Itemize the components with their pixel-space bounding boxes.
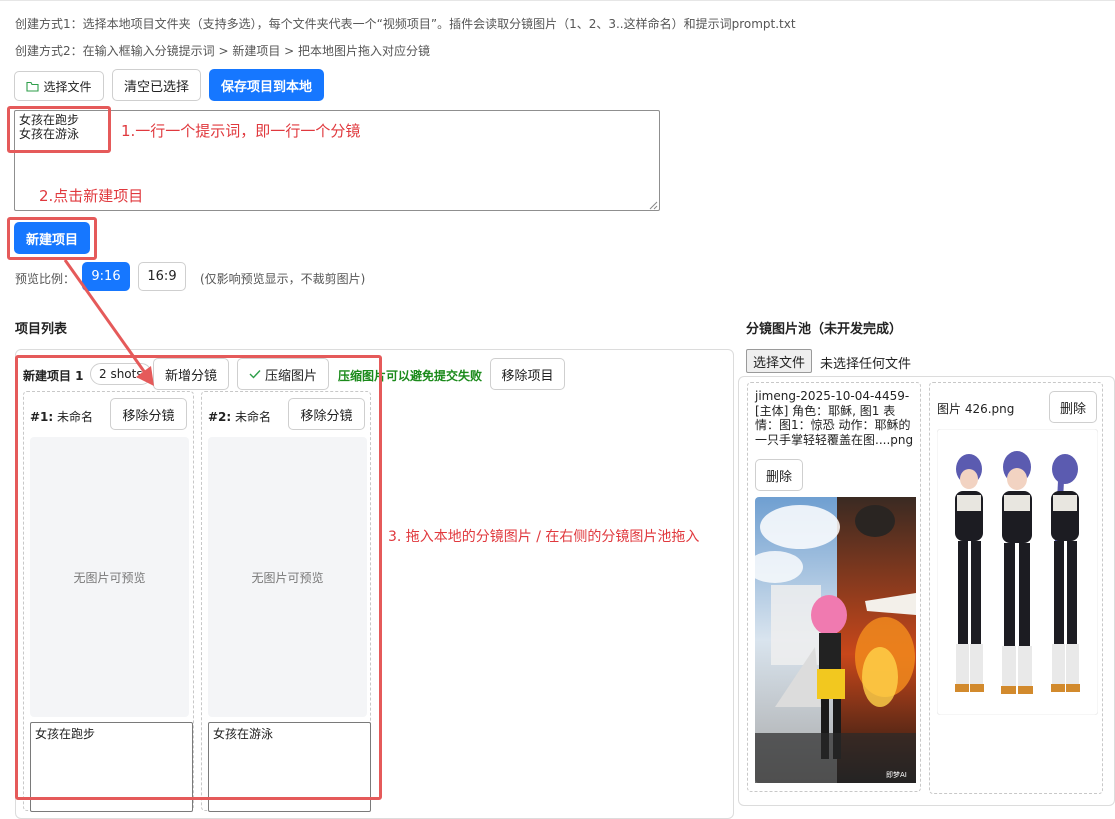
pool-item-2-filename: 图片 426.png — [937, 402, 1015, 416]
arrow-annotation-icon — [63, 259, 154, 386]
preview-ratio-note: (仅影响预览显示，不裁剪图片) — [200, 272, 366, 286]
pool-item-1[interactable]: jimeng-2025-10-04-4459-[主体] 角色：耶稣, 图1 表情… — [747, 382, 921, 792]
shot-1-image-dropzone[interactable]: 无图片可预览 — [30, 437, 189, 717]
pool-item-2[interactable]: 图片 426.png 删除 — [929, 382, 1103, 794]
shot-1-title: #1: 未命名 — [30, 408, 93, 425]
pool-file-button[interactable]: 选择文件 — [746, 349, 813, 373]
compress-images-button[interactable]: 压缩图片 — [237, 358, 329, 390]
pool-item-1-delete-button[interactable]: 删除 — [755, 459, 803, 491]
pool-item-2-thumbnail — [937, 429, 1098, 715]
compress-images-label: 压缩图片 — [264, 368, 317, 384]
pool-item-1-thumbnail — [755, 497, 916, 783]
shot-1-remove-button[interactable]: 移除分镜 — [110, 398, 187, 430]
select-files-button[interactable]: 选择文件 — [14, 71, 104, 101]
clear-selected-button[interactable]: 清空已选择 — [112, 69, 201, 101]
shot-1-index: #1: — [30, 410, 54, 424]
check-icon — [249, 370, 261, 379]
annotation-step-2: 2.点击新建项目 — [39, 187, 144, 205]
shot-2-name: 未命名 — [235, 410, 272, 424]
hint-method-1: 创建方式1：选择本地项目文件夹（支持多选），每个文件夹代表一个“视频项目”。插件… — [15, 17, 796, 31]
shot-card-1[interactable]: #1: 未命名 移除分镜 无图片可预览 女孩在跑步 — [23, 391, 194, 812]
new-project-button[interactable]: 新建项目 — [14, 222, 90, 254]
pool-file-status: 未选择任何文件 — [820, 357, 912, 372]
shot-2-image-dropzone[interactable]: 无图片可预览 — [208, 437, 367, 717]
shot-card-2[interactable]: #2: 未命名 移除分镜 无图片可预览 女孩在游泳 — [201, 391, 371, 812]
annotation-step-3: 3. 拖入本地的分镜图片 / 在右侧的分镜图片池拖入 — [388, 529, 700, 545]
annotation-step-1: 1.一行一个提示词，即一行一个分镜 — [121, 122, 361, 140]
top-divider — [0, 0, 1115, 3]
shot-2-title: #2: 未命名 — [208, 408, 271, 425]
remove-project-button[interactable]: 移除项目 — [490, 358, 565, 390]
pool-item-1-watermark: 即梦AI — [886, 771, 907, 779]
pool-item-1-filename: jimeng-2025-10-04-4459-[主体] 角色：耶稣, 图1 表情… — [755, 389, 914, 447]
folder-icon — [26, 81, 40, 92]
resize-handle-icon[interactable] — [649, 201, 658, 210]
save-project-button[interactable]: 保存项目到本地 — [209, 69, 324, 101]
shot-1-prompt-input[interactable]: 女孩在跑步 — [30, 722, 193, 812]
hint-method-2: 创建方式2：在输入框输入分镜提示词 > 新建项目 > 把本地图片拖入对应分镜 — [15, 44, 431, 58]
shot-2-remove-button[interactable]: 移除分镜 — [288, 398, 365, 430]
shot-2-prompt-input[interactable]: 女孩在游泳 — [208, 722, 371, 812]
shot-2-index: #2: — [208, 410, 232, 424]
compress-hint: 压缩图片可以避免提交失败 — [338, 369, 483, 383]
image-pool-title: 分镜图片池（未开发完成） — [746, 322, 903, 337]
shot-1-name: 未命名 — [57, 410, 94, 424]
select-files-label: 选择文件 — [43, 79, 92, 94]
pool-item-2-delete-button[interactable]: 删除 — [1049, 391, 1097, 423]
